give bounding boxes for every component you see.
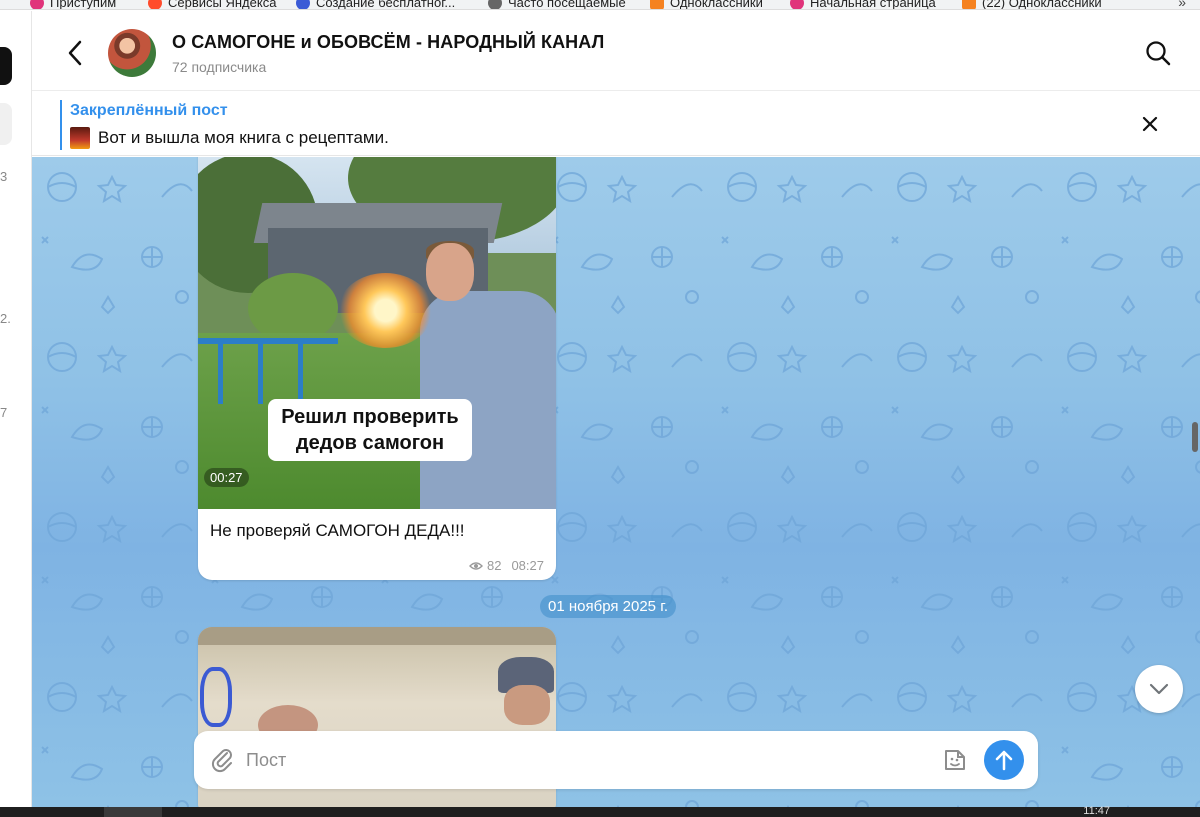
paperclip-icon — [211, 749, 232, 773]
post-time: 08:27 — [511, 558, 544, 573]
sticker-button[interactable] — [942, 747, 968, 773]
video-frame-beam — [198, 627, 556, 645]
sidebar-tab-active[interactable] — [0, 47, 12, 85]
search-icon — [1146, 41, 1171, 66]
bookmark-icon — [296, 0, 310, 9]
attach-button[interactable] — [210, 746, 236, 774]
sidebar-counter: 3 — [0, 169, 8, 184]
video-caption: Решил проверить дедов самогон — [268, 399, 472, 461]
video-frame-head — [504, 685, 550, 725]
eye-icon — [468, 561, 483, 570]
channel-header: О САМОГОНЕ и ОБОВСЁМ - НАРОДНЫЙ КАНАЛ 72… — [32, 11, 1200, 91]
pinned-thumbnail — [70, 127, 90, 149]
date-separator: 01 ноября 2025 г. — [540, 595, 676, 618]
video-frame-head — [426, 243, 474, 301]
close-pinned-button[interactable] — [1140, 114, 1160, 134]
bookmark-item[interactable]: Создание бесплатног... — [296, 0, 455, 9]
channel-post[interactable]: Решил проверить дедов самогон 00:27 Не п… — [198, 157, 556, 580]
chevron-down-icon — [1149, 683, 1169, 695]
bookmark-item[interactable]: Приступим — [30, 0, 116, 9]
send-button[interactable] — [984, 740, 1024, 780]
chevron-double-right-icon[interactable]: » — [1178, 0, 1186, 9]
bookmark-item[interactable]: Сервисы Яндекса — [148, 0, 276, 9]
sticker-icon — [945, 750, 965, 770]
pinned-accent-line — [60, 100, 62, 150]
channel-avatar[interactable] — [108, 29, 156, 77]
bookmark-icon — [650, 0, 664, 9]
message-composer — [194, 731, 1038, 789]
sidebar-tab[interactable] — [0, 103, 12, 145]
video-thumbnail[interactable]: Решил проверить дедов самогон 00:27 — [198, 157, 556, 509]
search-button[interactable] — [1144, 39, 1172, 67]
view-count: 82 — [486, 558, 502, 573]
bookmark-item[interactable]: Часто посещаемые — [488, 0, 626, 9]
sidebar-counter: 2. — [0, 311, 11, 326]
bookmark-item[interactable]: Одноклассники — [650, 0, 763, 9]
arrow-up-icon — [995, 750, 1013, 771]
pinned-post-bar[interactable]: Закреплённый пост Вот и вышла моя книга … — [32, 92, 1200, 156]
scroll-down-button[interactable] — [1135, 665, 1183, 713]
taskbar-active-app[interactable] — [104, 807, 162, 817]
video-frame-wheel — [200, 667, 232, 727]
bookmarks-bar: Приступим Сервисы Яндекса Создание беспл… — [0, 0, 1200, 10]
taskbar: 11:47 — [0, 805, 1200, 817]
taskbar-clock: 11:47 — [1083, 805, 1110, 817]
bookmark-item[interactable]: Начальная страница — [790, 0, 936, 9]
video-frame-fire — [338, 273, 433, 348]
channel-title[interactable]: О САМОГОНЕ и ОБОВСЁМ - НАРОДНЫЙ КАНАЛ — [172, 32, 604, 53]
bookmark-icon — [790, 0, 804, 9]
post-text: Не проверяй САМОГОН ДЕДА!!! — [210, 521, 465, 540]
video-frame-fence — [198, 338, 338, 404]
post-input[interactable] — [246, 745, 926, 775]
video-duration: 00:27 — [204, 468, 249, 487]
close-icon — [1142, 116, 1158, 132]
chevron-left-icon — [68, 40, 82, 66]
bookmark-item[interactable]: (22) Одноклассники — [962, 0, 1102, 9]
bookmark-icon — [148, 0, 162, 9]
post-meta: 82 08:27 — [468, 558, 544, 573]
page-scrollbar[interactable] — [1192, 422, 1198, 452]
pinned-text: Вот и вышла моя книга с рецептами. — [98, 128, 389, 147]
bookmark-icon — [962, 0, 976, 9]
sidebar-counter: 7 — [0, 405, 8, 420]
pinned-label: Закреплённый пост — [70, 102, 228, 119]
left-sidebar-strip: 3 2. 7 — [0, 11, 32, 807]
back-button[interactable] — [60, 35, 90, 71]
subscriber-count: 72 подписчика — [172, 59, 267, 75]
bookmark-icon — [30, 0, 44, 9]
chat-area[interactable]: Решил проверить дедов самогон 00:27 Не п… — [32, 157, 1200, 807]
gear-icon — [488, 0, 502, 9]
